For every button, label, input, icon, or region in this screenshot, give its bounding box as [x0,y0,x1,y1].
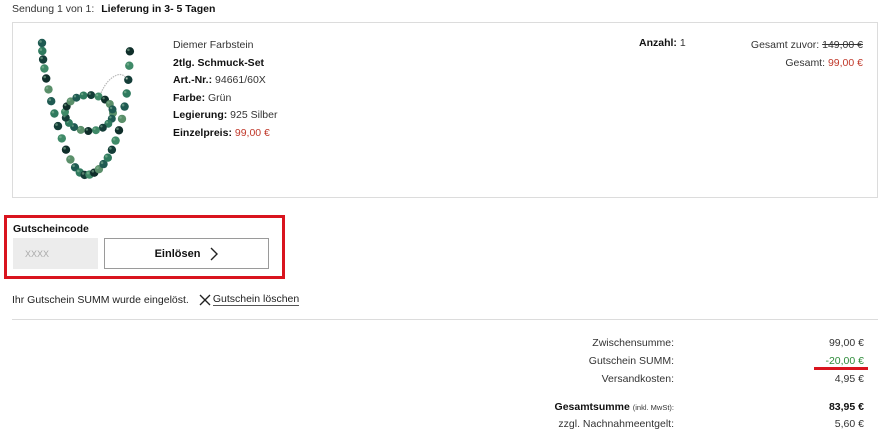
product-brand[interactable]: Diemer Farbstein [173,37,277,55]
quantity-label: Anzahl: [639,37,677,49]
discount-underline [814,367,868,370]
shipping-row: Versandkosten: 4,95 € [0,373,894,387]
article-number-row: Art.-Nr.: 94661/60X [173,72,277,90]
product-prices: Gesamt zuvor: 149,00 € Gesamt: 99,00 € [751,37,863,72]
unit-price-row: Einzelpreis: 99,00 € [173,125,277,143]
voucher-discount-label: Gutschein SUMM: [588,355,674,367]
product-image[interactable] [31,35,141,187]
grand-total-row: Gesamtsumme (inkl. MwSt): 83,95 € [0,401,894,415]
close-icon [199,294,211,305]
delivery-time: Lieferung in 3- 5 Tagen [101,3,216,15]
voucher-message: Ihr Gutschein SUMM wurde eingelöst. [12,293,189,306]
article-number-value: 94661/60X [215,74,266,87]
product-card: Diemer Farbstein 2tlg. Schmuck-Set Art.-… [12,22,878,198]
delete-voucher-label: Gutschein löschen [212,293,300,306]
shipment-label: Sendung 1 von 1: [12,3,95,15]
quantity-value: 1 [679,37,686,49]
cod-fee-value: 5,60 € [834,418,864,430]
voucher-code-input[interactable] [13,238,98,269]
voucher-status: Ihr Gutschein SUMM wurde eingelöst. Guts… [12,293,300,306]
total-label: Gesamt: [785,56,826,69]
voucher-discount-value: -20,00 € [825,355,864,367]
unit-price-value: 99,00 € [234,126,270,139]
bead-necklace-bracelet-image [37,38,135,180]
total-before-row: Gesamt zuvor: 149,00 € [751,37,863,55]
grand-total-value: 83,95 € [828,401,864,413]
article-number-label: Art.-Nr.: [173,74,213,87]
alloy-row: Legierung: 925 Silber [173,107,277,125]
alloy-label: Legierung: [173,109,228,122]
voucher-discount-row: Gutschein SUMM: -20,00 € [0,355,894,369]
total-before-value: 149,00 € [822,39,863,51]
subtotal-row: Zwischensumme: 99,00 € [0,337,894,351]
product-details: Diemer Farbstein 2tlg. Schmuck-Set Art.-… [173,37,277,143]
total-before-label: Gesamt zuvor: [750,39,820,51]
color-row: Farbe: Grün [173,90,277,108]
delete-voucher-link[interactable]: Gutschein löschen [199,293,300,306]
product-name[interactable]: 2tlg. Schmuck-Set [173,55,277,73]
redeem-button[interactable]: Einlösen [104,238,269,269]
voucher-title: Gutscheincode [13,223,89,235]
chevron-right-icon [210,247,219,260]
color-value: Grün [208,91,232,104]
shipment-header: Sendung 1 von 1: Lieferung in 3- 5 Tagen [12,3,215,15]
color-label: Farbe: [173,91,206,104]
shipping-value: 4,95 € [834,373,864,385]
quantity: Anzahl: 1 [639,37,686,49]
subtotal-label: Zwischensumme: [592,337,674,349]
summary-divider [12,319,878,320]
alloy-value: 925 Silber [230,109,278,122]
shipping-label: Versandkosten: [601,373,674,385]
cod-fee-label: zzgl. Nachnahmeentgelt: [558,418,674,430]
unit-price-label: Einzelpreis: [173,126,232,139]
grand-total-label: Gesamtsumme [554,401,630,413]
cod-fee-row: zzgl. Nachnahmeentgelt: 5,60 € [0,418,894,432]
total-row: Gesamt: 99,00 € [751,55,863,73]
redeem-label: Einlösen [154,247,201,260]
subtotal-value: 99,00 € [828,337,864,349]
total-value: 99,00 € [827,56,863,69]
grand-total-label-group: Gesamtsumme (inkl. MwSt): [555,401,674,413]
grand-total-note: (inkl. MwSt): [632,403,674,412]
